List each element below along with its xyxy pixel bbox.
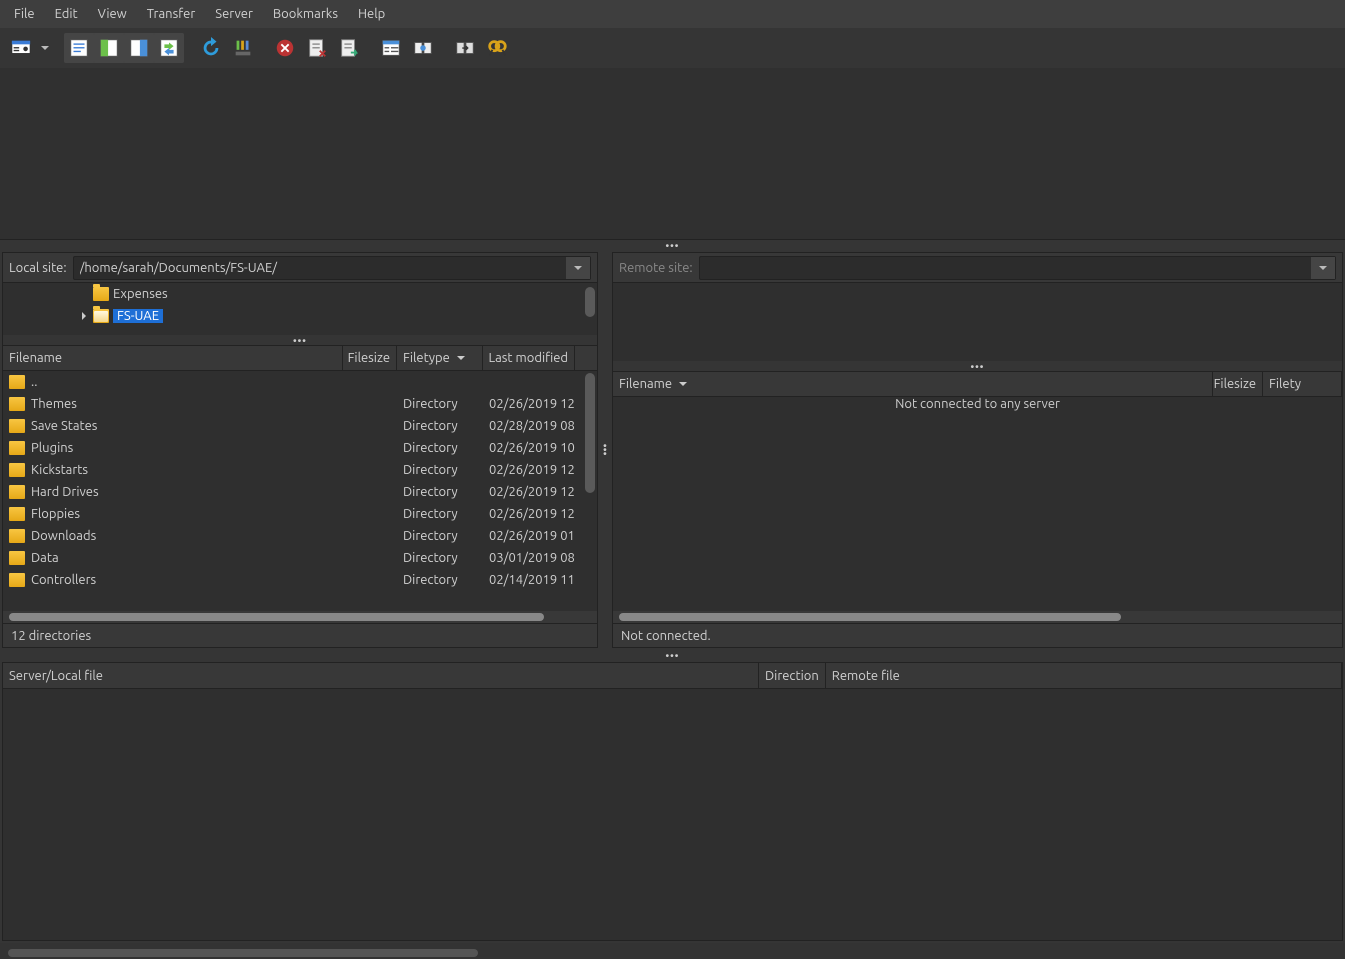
file-row[interactable]: ControllersDirectory02/14/2019 11: — [3, 569, 597, 591]
local-path-combo[interactable] — [73, 256, 591, 280]
local-list-header: Filename Filesize Filetype Last modified — [3, 345, 597, 371]
refresh-button[interactable] — [196, 33, 226, 63]
column-filesize[interactable]: Filesize — [343, 346, 397, 370]
filelist-scrollbar[interactable] — [585, 373, 595, 493]
remote-pane: Remote site: ••• Filename Filesize Filet… — [612, 252, 1343, 648]
menu-view[interactable]: View — [88, 3, 137, 25]
toggle-local-tree-button[interactable] — [94, 33, 124, 63]
file-row[interactable]: DownloadsDirectory02/26/2019 01: — [3, 525, 597, 547]
column-filename[interactable]: Filename — [3, 346, 343, 370]
column-direction[interactable]: Direction — [759, 663, 826, 688]
folder-icon — [9, 419, 25, 433]
column-filesize[interactable]: Filesize — [1213, 372, 1263, 396]
reconnect-button[interactable] — [334, 33, 364, 63]
remote-path-dropdown[interactable] — [1311, 257, 1335, 279]
file-row[interactable]: DataDirectory03/01/2019 08: — [3, 547, 597, 569]
remote-hscrollbar[interactable] — [613, 611, 1342, 623]
menubar: File Edit View Transfer Server Bookmarks… — [0, 0, 1345, 28]
remote-directory-tree[interactable] — [613, 283, 1342, 361]
file-row[interactable]: ThemesDirectory02/26/2019 12: — [3, 393, 597, 415]
folder-open-icon — [93, 309, 109, 323]
compare-button[interactable] — [408, 33, 438, 63]
local-directory-tree[interactable]: Expenses FS-UAE — [3, 283, 597, 335]
file-row[interactable]: FloppiesDirectory02/26/2019 12: — [3, 503, 597, 525]
local-status: 12 directories — [3, 623, 597, 647]
column-filename[interactable]: Filename — [613, 372, 1213, 396]
file-row[interactable]: .. — [3, 371, 597, 393]
queue-splitter[interactable]: ••• — [0, 650, 1345, 660]
remote-file-list[interactable]: Not connected to any server — [613, 397, 1342, 611]
local-site-label: Local site: — [9, 261, 67, 275]
vertical-splitter[interactable]: ••• — [600, 250, 610, 650]
folder-icon — [9, 529, 25, 543]
message-log-pane — [0, 68, 1345, 240]
remote-status: Not connected. — [613, 623, 1342, 647]
find-button[interactable] — [482, 33, 512, 63]
folder-icon — [9, 463, 25, 477]
folder-icon — [9, 551, 25, 565]
cancel-button[interactable] — [270, 33, 300, 63]
file-row[interactable]: Hard DrivesDirectory02/26/2019 12: — [3, 481, 597, 503]
directory-listing-button[interactable] — [376, 33, 406, 63]
folder-icon — [9, 375, 25, 389]
queue-header: Server/Local file Direction Remote file — [3, 663, 1342, 689]
horizontal-splitter[interactable]: ••• — [0, 240, 1345, 250]
column-server-local-file[interactable]: Server/Local file — [3, 663, 759, 688]
remote-path-input[interactable] — [700, 261, 1311, 275]
column-filetype[interactable]: Filety — [1263, 372, 1342, 396]
tree-item[interactable]: Expenses — [3, 283, 597, 305]
disconnect-button[interactable] — [302, 33, 332, 63]
menu-server[interactable]: Server — [205, 3, 263, 25]
column-modified[interactable]: Last modified — [483, 346, 575, 370]
column-remote-file[interactable]: Remote file — [826, 663, 1342, 688]
menu-edit[interactable]: Edit — [45, 3, 88, 25]
folder-icon — [9, 507, 25, 521]
not-connected-message: Not connected to any server — [613, 397, 1342, 411]
toggle-queue-button[interactable] — [154, 33, 184, 63]
menu-file[interactable]: File — [4, 3, 45, 25]
local-file-list[interactable]: ..ThemesDirectory02/26/2019 12:Save Stat… — [3, 371, 597, 611]
menu-transfer[interactable]: Transfer — [137, 3, 206, 25]
process-queue-button[interactable] — [228, 33, 258, 63]
bottom-status-strip — [0, 943, 1345, 959]
site-manager-button[interactable] — [6, 33, 36, 63]
menu-bookmarks[interactable]: Bookmarks — [263, 3, 348, 25]
local-inner-splitter[interactable]: ••• — [3, 335, 597, 345]
toggle-log-button[interactable] — [64, 33, 94, 63]
local-path-input[interactable] — [74, 261, 566, 275]
column-filetype[interactable]: Filetype — [397, 346, 483, 370]
remote-inner-splitter[interactable]: ••• — [613, 361, 1342, 371]
remote-path-combo[interactable] — [699, 256, 1336, 280]
queue-list[interactable] — [3, 689, 1342, 940]
tree-scrollbar[interactable] — [585, 287, 595, 317]
remote-site-label: Remote site: — [619, 261, 693, 275]
tree-expander-icon[interactable] — [79, 312, 89, 320]
tree-item[interactable]: FS-UAE — [3, 305, 597, 327]
file-row[interactable]: KickstartsDirectory02/26/2019 12: — [3, 459, 597, 481]
folder-icon — [93, 287, 109, 301]
toolbar — [0, 28, 1345, 68]
transfer-queue: Server/Local file Direction Remote file — [2, 662, 1343, 941]
local-hscrollbar[interactable] — [3, 611, 597, 623]
folder-icon — [9, 441, 25, 455]
sync-browse-button[interactable] — [450, 33, 480, 63]
file-row[interactable]: Save StatesDirectory02/28/2019 08: — [3, 415, 597, 437]
folder-icon — [9, 573, 25, 587]
menu-help[interactable]: Help — [348, 3, 395, 25]
file-row[interactable]: PluginsDirectory02/26/2019 10: — [3, 437, 597, 459]
toggle-remote-tree-button[interactable] — [124, 33, 154, 63]
local-path-dropdown[interactable] — [566, 257, 590, 279]
folder-icon — [9, 397, 25, 411]
remote-list-header: Filename Filesize Filety — [613, 371, 1342, 397]
folder-icon — [9, 485, 25, 499]
local-pane: Local site: Expenses FS-UAE ••• Filename… — [2, 252, 598, 648]
site-manager-dropdown[interactable] — [38, 33, 52, 63]
